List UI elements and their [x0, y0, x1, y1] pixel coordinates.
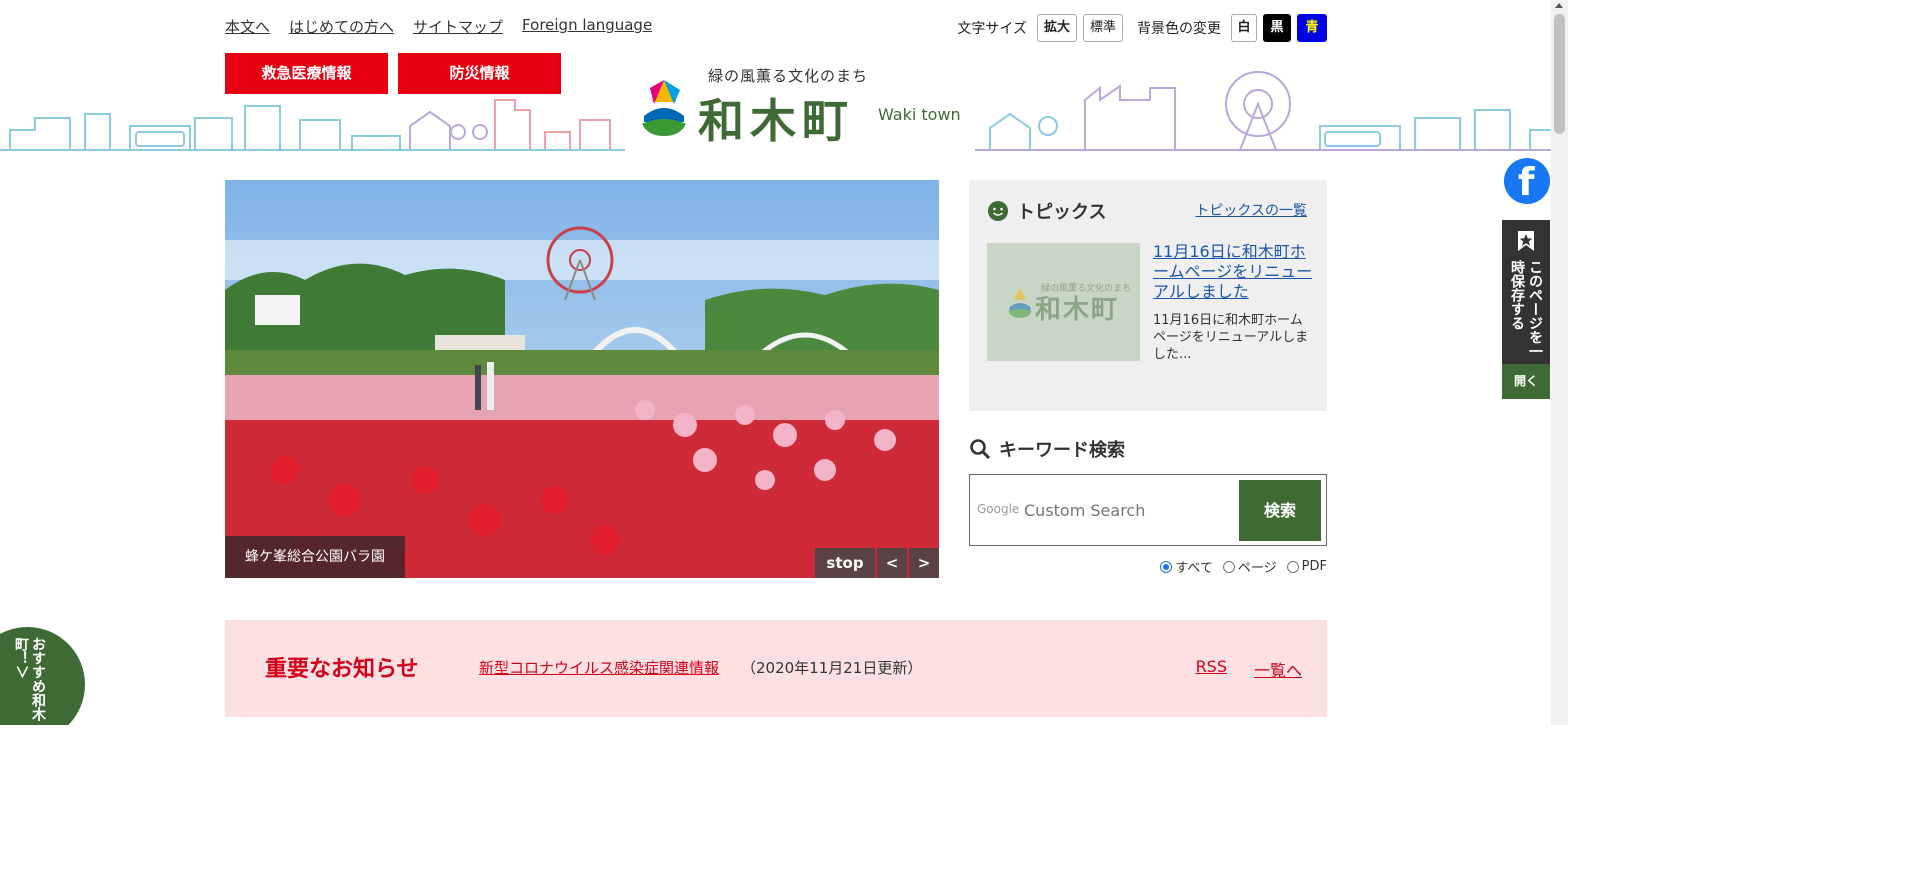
logo-tagline: 緑の風薫る文化のまち: [708, 67, 869, 85]
recommend-label: おすすめ和木町！＞: [13, 637, 46, 721]
hero-image-rose-garden: [225, 180, 939, 578]
background-color-label: 背景色の変更: [1137, 21, 1221, 37]
open-saved-button[interactable]: 開く: [1502, 364, 1550, 399]
page: 本文へ はじめての方へ サイトマップ Foreign language 文字サイ…: [0, 0, 1568, 725]
notice-title: 重要なお知らせ: [265, 657, 419, 682]
slideshow-stop-button[interactable]: stop: [815, 548, 875, 578]
notice-covid-link[interactable]: 新型コロナウイルス感染症関連情報: [479, 657, 719, 678]
bg-white-button[interactable]: 白: [1231, 14, 1257, 42]
search-scope-page[interactable]: ページ: [1222, 557, 1277, 576]
facebook-icon[interactable]: f: [1504, 158, 1550, 204]
radio-all-label: すべて: [1175, 561, 1213, 576]
radio-page-label: ページ: [1237, 561, 1277, 576]
notice-updated-date: （2020年11月21日更新）: [741, 659, 923, 677]
hero-slideshow: 蜂ケ峯総合公園バラ園 stop < >: [225, 180, 939, 578]
slide-caption: 蜂ケ峯総合公園バラ園: [225, 536, 405, 578]
search-heading-label: キーワード検索: [999, 440, 1125, 461]
slideshow-prev-button[interactable]: <: [877, 548, 907, 578]
facebook-glyph: f: [1518, 160, 1535, 204]
link-foreign-language[interactable]: Foreign language: [522, 16, 652, 37]
thumb-logo-mark-icon: [1008, 288, 1032, 318]
topics-panel: トピックス トピックスの一覧 緑の風薫る文化のまち 和木町 11月16日に和木町…: [969, 180, 1327, 411]
search-input[interactable]: [1024, 497, 1234, 523]
topics-all-link[interactable]: トピックスの一覧: [1195, 200, 1307, 220]
search-heading: キーワード検索: [969, 436, 1125, 462]
save-page-button[interactable]: このページを一時保存する: [1502, 220, 1550, 364]
notice-rss-link[interactable]: RSS: [1196, 657, 1227, 676]
radio-pdf-label: PDF: [1301, 559, 1327, 574]
notice-list-link[interactable]: 一覧へ: [1254, 657, 1302, 681]
disaster-info-button[interactable]: 防災情報: [398, 53, 561, 94]
link-sitemap[interactable]: サイトマップ: [413, 16, 503, 37]
search-scope-pdf[interactable]: PDF: [1286, 559, 1327, 574]
radio-pdf[interactable]: [1286, 560, 1299, 573]
site-logo[interactable]: 緑の風薫る文化のまち 和木町 Waki town: [640, 63, 970, 153]
bg-blue-button[interactable]: 青: [1297, 14, 1327, 42]
accessibility-controls: 文字サイズ 拡大 標準 背景色の変更 白 黒 青: [957, 14, 1327, 42]
topics-heading: トピックス: [987, 198, 1106, 224]
font-size-label: 文字サイズ: [957, 21, 1027, 37]
important-notice-banner: 重要なお知らせ 新型コロナウイルス感染症関連情報 （2020年11月21日更新）…: [225, 620, 1327, 717]
google-label: Google: [977, 502, 1020, 516]
save-page-label: このページを一時保存する: [1509, 260, 1543, 358]
recommend-waki-button[interactable]: おすすめ和木町！＞: [0, 627, 85, 725]
topic-description: 11月16日に和木町ホームページをリニューアルしました...: [1153, 313, 1309, 362]
search-box: Google 検索: [969, 474, 1327, 546]
font-standard-button[interactable]: 標準: [1082, 14, 1123, 42]
topic-thumbnail-name: 和木町: [1035, 295, 1120, 325]
emergency-medical-button[interactable]: 救急医療情報: [225, 53, 388, 94]
search-icon: [970, 439, 991, 460]
font-enlarge-button[interactable]: 拡大: [1036, 14, 1077, 42]
topics-heading-label: トピックス: [1017, 202, 1107, 223]
logo-english-name: Waki town: [878, 105, 961, 124]
bookmark-star-icon: [1518, 231, 1534, 251]
search-scope-options: すべて ページ PDF: [1160, 557, 1327, 576]
scrollbar-thumb[interactable]: [1554, 14, 1565, 134]
logo-town-name: 和木町: [698, 94, 854, 148]
logo-mark-icon: [642, 80, 686, 136]
slideshow-controls: stop < >: [815, 548, 939, 578]
scroll-up-arrow-icon[interactable]: [1555, 3, 1563, 8]
radio-page[interactable]: [1222, 560, 1235, 573]
utility-links: 本文へ はじめての方へ サイトマップ Foreign language: [225, 16, 652, 37]
radio-all[interactable]: [1160, 560, 1173, 573]
link-first-time-visitors[interactable]: はじめての方へ: [289, 16, 394, 37]
link-skip-to-content[interactable]: 本文へ: [225, 16, 270, 37]
search-button[interactable]: 検索: [1239, 480, 1321, 541]
page-scrollbar[interactable]: [1551, 0, 1568, 725]
bg-black-button[interactable]: 黒: [1263, 14, 1291, 42]
slideshow-next-button[interactable]: >: [909, 548, 939, 578]
search-scope-all[interactable]: すべて: [1160, 557, 1213, 576]
topic-thumbnail[interactable]: 緑の風薫る文化のまち 和木町: [987, 243, 1140, 361]
emergency-buttons: 救急医療情報 防災情報: [225, 53, 561, 94]
smile-icon: [988, 201, 1008, 221]
topic-title-link[interactable]: 11月16日に和木町ホームページをリニューアルしました: [1153, 242, 1313, 302]
